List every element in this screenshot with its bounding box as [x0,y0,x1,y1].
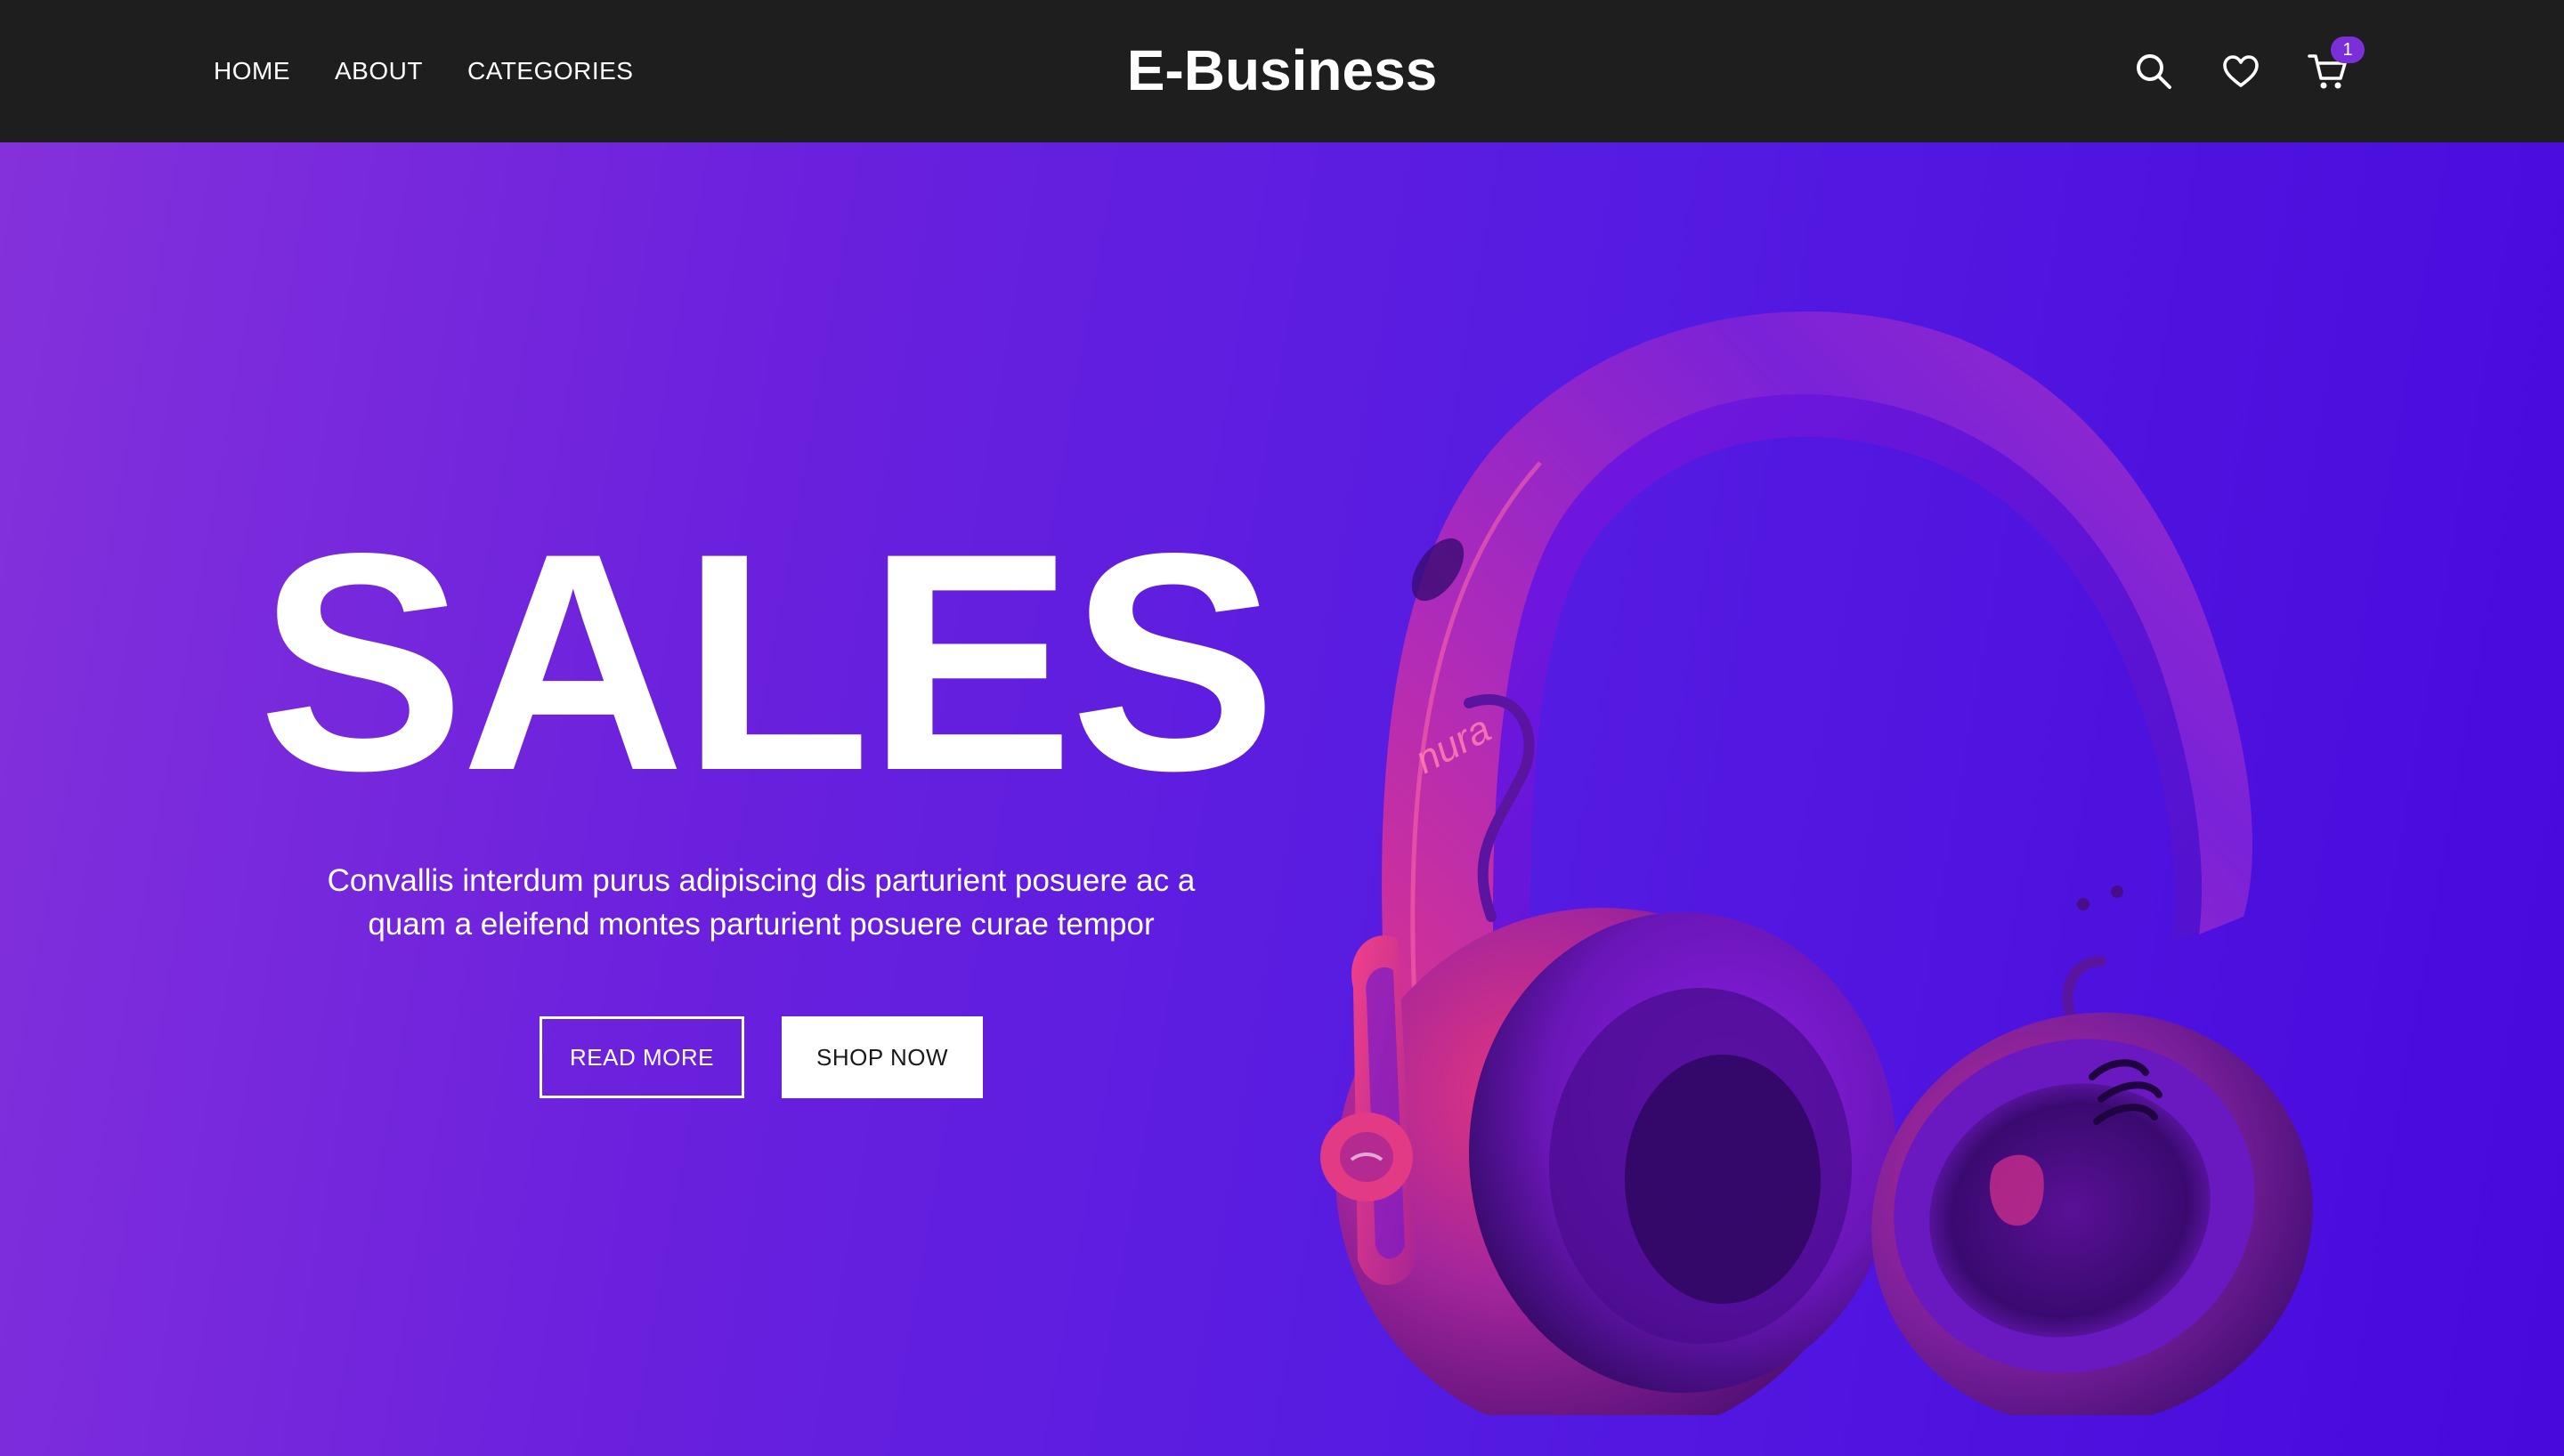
search-icon [2137,54,2171,89]
cart-count-badge: 1 [2331,36,2365,63]
headphones-product-image: nura [1320,311,2313,1415]
page: HOME ABOUT CATEGORIES E-Business 1 SALES… [0,0,2564,1456]
hero-headline: SALES [258,489,1277,835]
header-actions: 1 [2131,0,2365,142]
heart-icon [2223,55,2259,87]
brand-logo[interactable]: E-Business [1127,38,1438,102]
nav-about-link[interactable]: ABOUT [335,57,423,85]
wishlist-button[interactable] [2219,49,2263,93]
nav-home-link[interactable]: HOME [214,57,290,85]
hero-banner: SALES Convallis interdum purus adipiscin… [0,142,2564,1456]
cart-button[interactable]: 1 [2306,36,2365,93]
nav-categories-link[interactable]: CATEGORIES [467,57,634,85]
shop-now-button[interactable]: SHOP NOW [782,1016,983,1098]
main-nav: HOME ABOUT CATEGORIES [214,0,633,142]
hero-cta-group: READ MORE SHOP NOW [258,1016,1264,1098]
read-more-button[interactable]: READ MORE [540,1016,744,1098]
hero-tagline: Convallis interdum purus adipiscing dis … [327,863,1196,942]
search-button[interactable] [2131,49,2176,93]
top-navigation-bar: HOME ABOUT CATEGORIES E-Business 1 [0,0,2564,142]
